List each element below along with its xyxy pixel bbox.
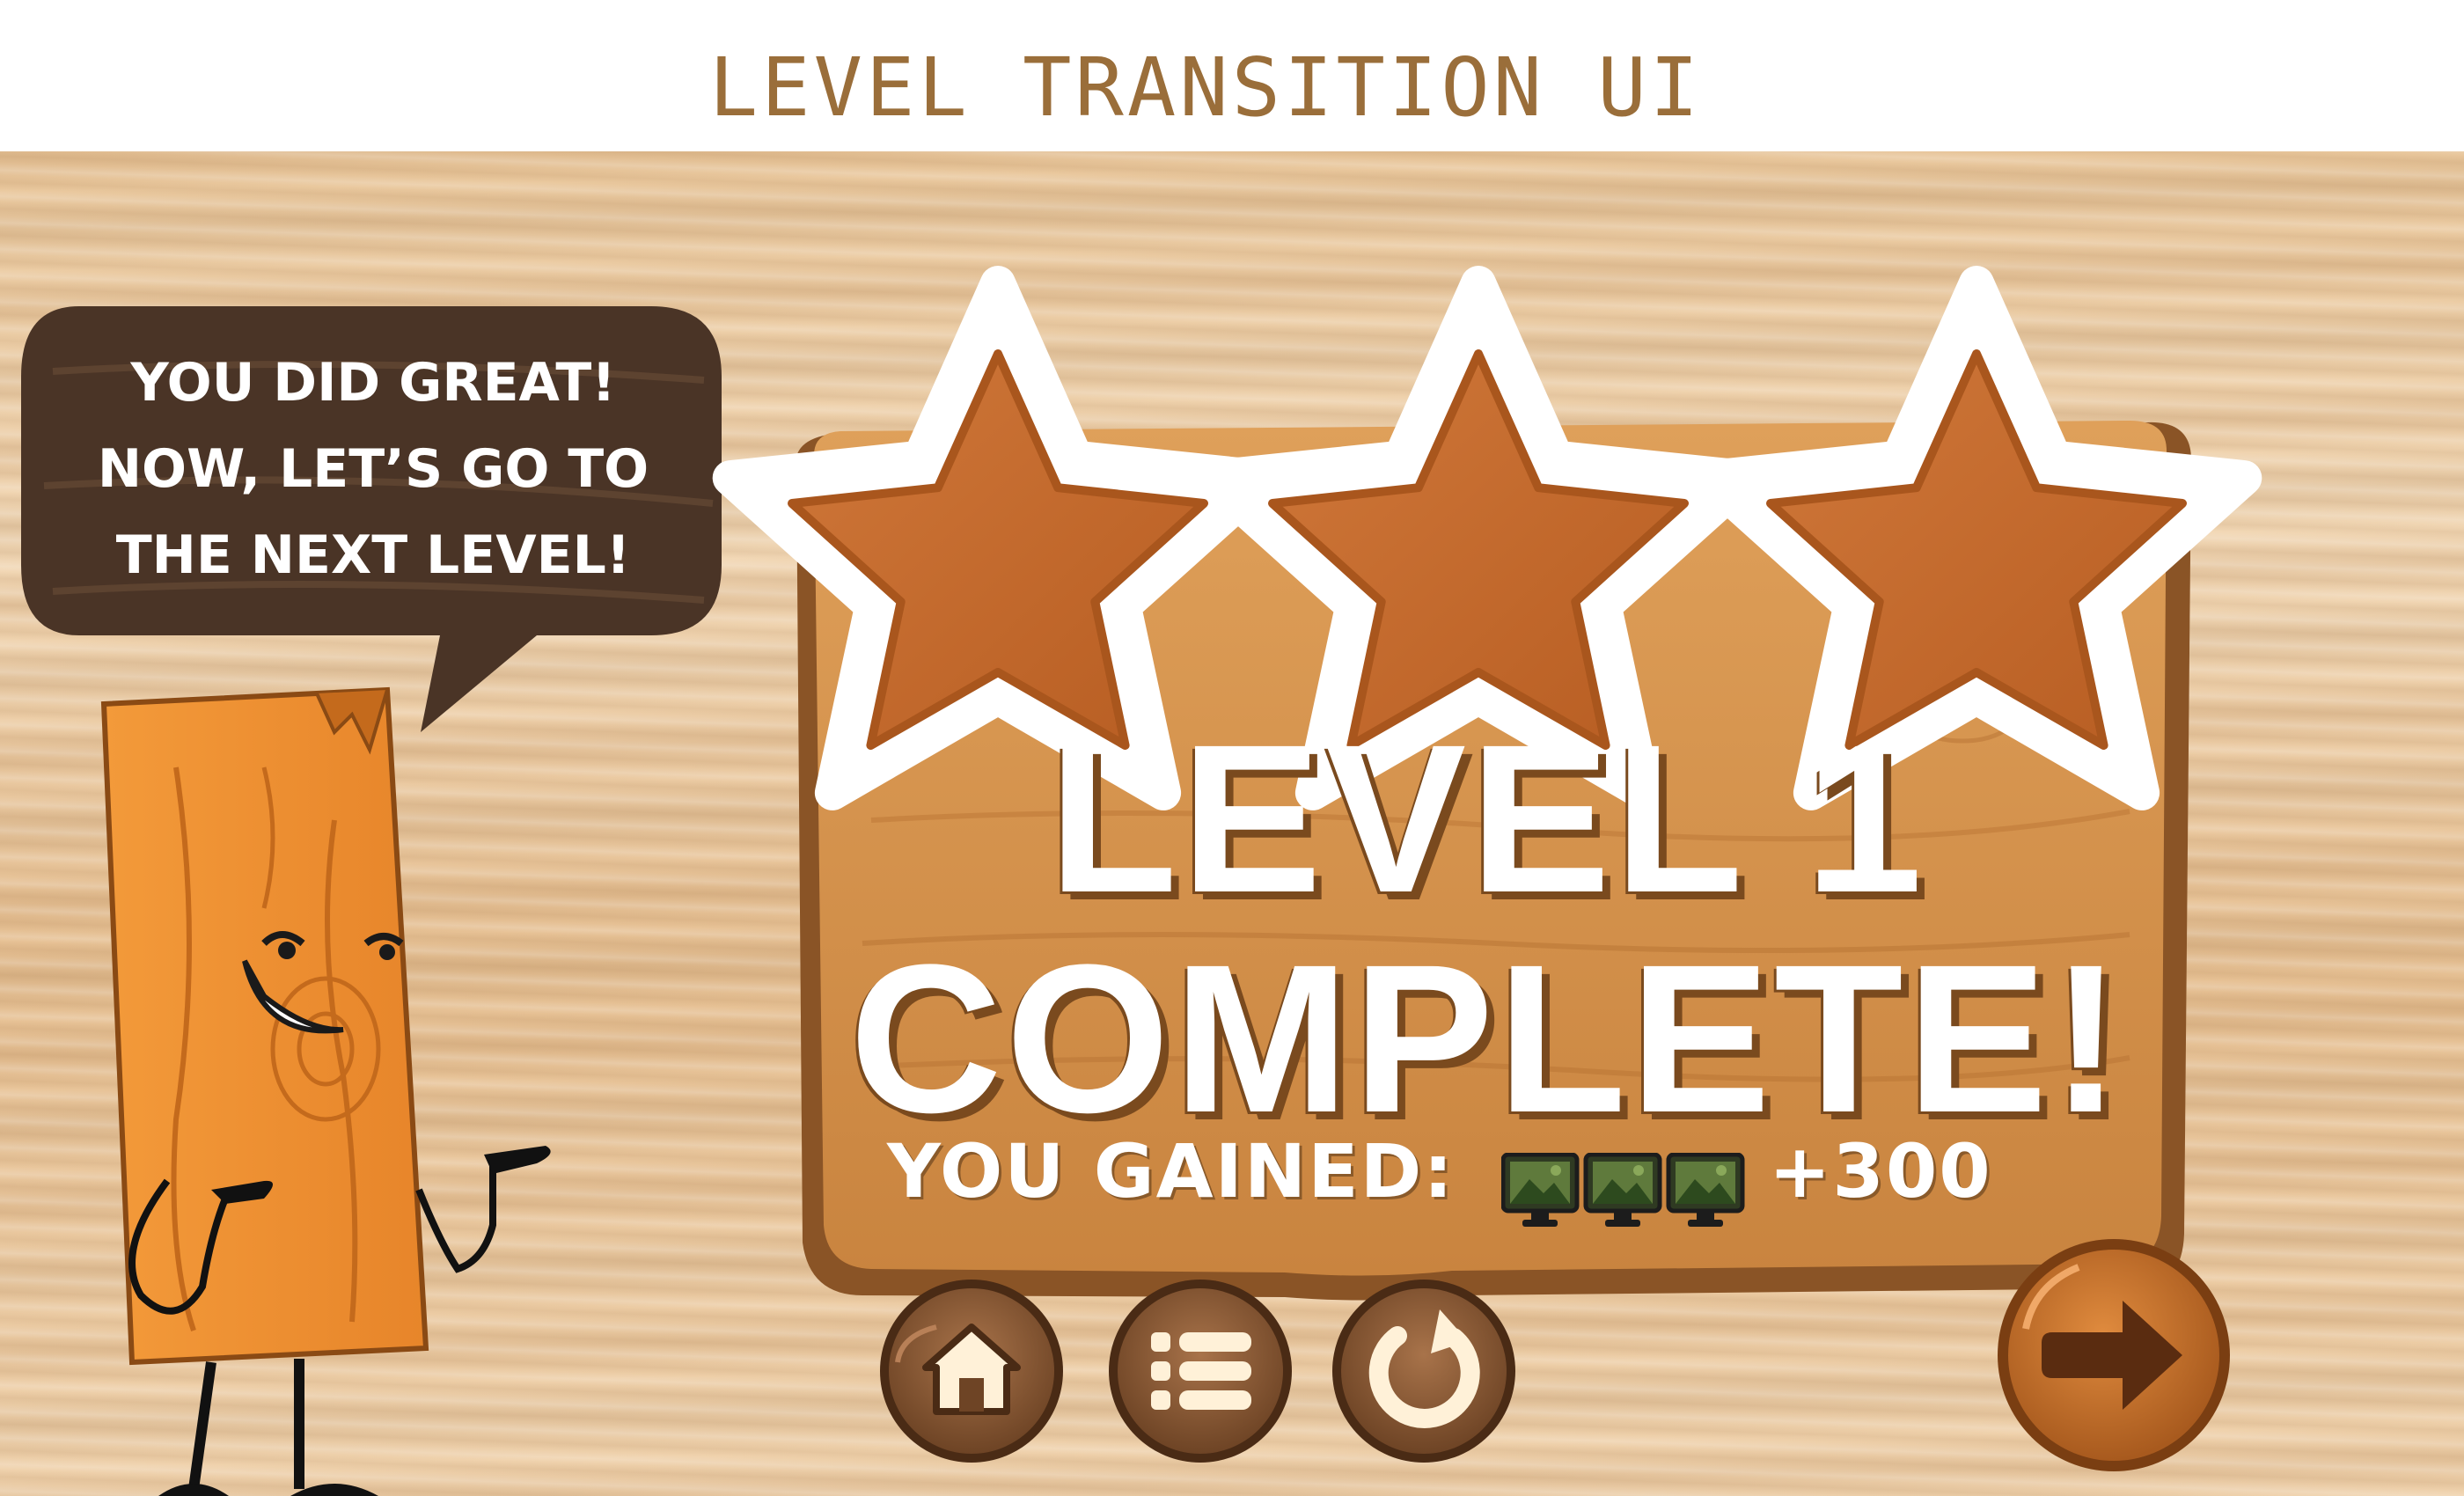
gained-label: YOU GAINED: [887, 1128, 1455, 1214]
picture-frame-icon [1501, 1153, 1580, 1227]
next-level-button[interactable] [1998, 1239, 2230, 1471]
game-scene: YOU DID GREAT! NOW, LET’S GO TO THE NEXT… [0, 151, 2464, 1496]
level-title: LEVEL 1 [1048, 700, 1926, 936]
replay-button[interactable] [1332, 1280, 1515, 1463]
reward-icons [1501, 1153, 1745, 1227]
speech-line-3: THE NEXT LEVEL! [115, 524, 631, 586]
page-title: LEVEL TRANSITION UI [708, 40, 1703, 135]
speech-line-1: YOU DID GREAT! [130, 352, 616, 414]
speech-line-2: NOW, LET’S GO TO [97, 438, 649, 500]
speech-text: YOU DID GREAT! NOW, LET’S GO TO THE NEXT… [21, 324, 725, 614]
gained-value: +300 [1769, 1128, 1992, 1214]
picture-frame-icon [1666, 1153, 1745, 1227]
picture-frame-icon [1583, 1153, 1662, 1227]
plank-character [100, 686, 551, 1496]
home-button[interactable] [880, 1280, 1063, 1463]
complete-title: COMPLETE! [849, 920, 2125, 1156]
list-menu-icon [1151, 1332, 1251, 1410]
levels-menu-button[interactable] [1109, 1280, 1292, 1463]
